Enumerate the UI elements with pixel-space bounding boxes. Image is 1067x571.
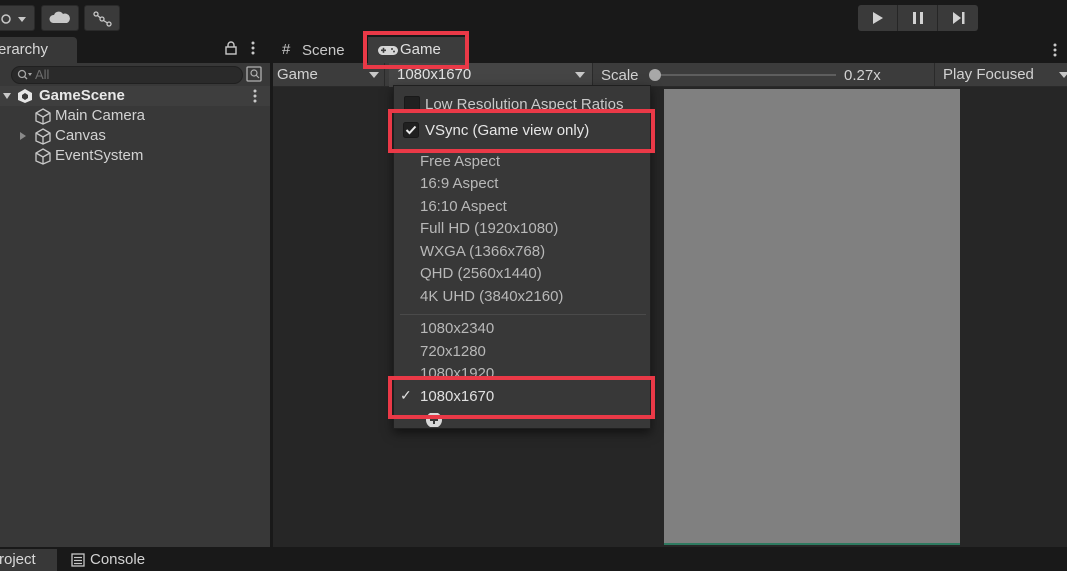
collab-icon xyxy=(1,14,26,24)
lock-icon[interactable] xyxy=(224,40,238,56)
collab-dropdown-button[interactable] xyxy=(0,5,35,31)
unity-scene-icon xyxy=(18,89,32,103)
search-icon xyxy=(17,69,32,80)
tab-project-label: roject xyxy=(0,551,36,568)
hierarchy-item-event-system[interactable]: EventSystem xyxy=(0,146,270,166)
tab-console-label: Console xyxy=(90,551,146,568)
custom-resolution-option[interactable]: 1080x2340 xyxy=(420,320,494,337)
hash-icon: # xyxy=(282,41,291,58)
gameobject-cube-icon xyxy=(35,108,51,125)
tab-hierarchy[interactable]: erarchy xyxy=(0,37,77,63)
scale-slider-track[interactable] xyxy=(654,74,836,76)
gameobject-cube-icon xyxy=(35,128,51,145)
scene-row[interactable]: GameScene xyxy=(0,86,270,106)
cloud-button[interactable] xyxy=(41,5,79,31)
pause-button[interactable] xyxy=(898,5,938,31)
chevron-down-icon xyxy=(575,72,585,78)
services-button[interactable] xyxy=(84,5,120,31)
play-mode-value: Play Focused xyxy=(943,66,1034,83)
aspect-option-free[interactable]: Free Aspect xyxy=(420,153,500,170)
play-button[interactable] xyxy=(858,5,898,31)
search-by-type-icon[interactable] xyxy=(246,65,264,83)
highlight-selected-resolution xyxy=(388,376,655,419)
search-placeholder: All xyxy=(35,67,50,82)
step-button[interactable] xyxy=(938,5,978,31)
resolution-option-qhd[interactable]: QHD (2560x1440) xyxy=(420,265,542,282)
tab-scene-label: Scene xyxy=(302,42,345,59)
aspect-option-16-9[interactable]: 16:9 Aspect xyxy=(420,175,498,192)
tab-hierarchy-label: erarchy xyxy=(0,41,49,58)
hierarchy-item-canvas[interactable]: Canvas xyxy=(0,126,270,146)
game-render-canvas xyxy=(664,89,960,545)
pause-icon xyxy=(913,12,923,24)
hierarchy-item-main-camera[interactable]: Main Camera xyxy=(0,106,270,126)
expand-down-icon[interactable] xyxy=(2,91,12,101)
scale-slider-thumb[interactable] xyxy=(649,69,661,81)
expand-right-icon[interactable] xyxy=(18,131,28,141)
tab-project[interactable]: roject xyxy=(0,549,57,571)
display-select-value: Game xyxy=(277,66,318,83)
play-controls xyxy=(858,5,978,31)
play-mode-select[interactable]: Play Focused xyxy=(934,63,1067,87)
chevron-down-icon xyxy=(369,72,379,78)
panel-menu-icon[interactable] xyxy=(248,40,258,56)
play-icon xyxy=(873,12,883,24)
scene-menu-icon[interactable] xyxy=(250,89,260,103)
hierarchy-search-input[interactable]: All xyxy=(11,66,243,84)
console-icon xyxy=(71,553,85,567)
resolution-option-wxga[interactable]: WXGA (1366x768) xyxy=(420,243,545,260)
view-menu-icon[interactable] xyxy=(1050,43,1060,57)
resolution-option-full-hd[interactable]: Full HD (1920x1080) xyxy=(420,220,558,237)
hierarchy-item-label: Main Camera xyxy=(55,107,146,124)
main-toolbar xyxy=(0,0,1067,37)
services-icon xyxy=(93,11,112,27)
scale-label: Scale xyxy=(601,67,639,84)
chevron-down-icon xyxy=(1059,72,1067,78)
hierarchy-item-label: EventSystem xyxy=(55,147,144,164)
tab-scene[interactable]: # Scene xyxy=(276,39,364,63)
cloud-icon xyxy=(49,11,70,23)
scene-name: GameScene xyxy=(39,87,125,104)
custom-resolution-option[interactable]: 720x1280 xyxy=(420,343,486,360)
step-icon xyxy=(953,12,965,24)
aspect-option-16-10[interactable]: 16:10 Aspect xyxy=(420,198,507,215)
gameobject-cube-icon xyxy=(35,148,51,165)
highlight-vsync xyxy=(388,109,655,153)
resolution-option-4k-uhd[interactable]: 4K UHD (3840x2160) xyxy=(420,288,563,305)
tab-console[interactable]: Console xyxy=(66,549,166,571)
highlight-game-tab xyxy=(363,31,469,69)
dropdown-divider xyxy=(400,314,646,315)
scale-value: 0.27x xyxy=(844,67,881,84)
hierarchy-item-label: Canvas xyxy=(55,127,106,144)
